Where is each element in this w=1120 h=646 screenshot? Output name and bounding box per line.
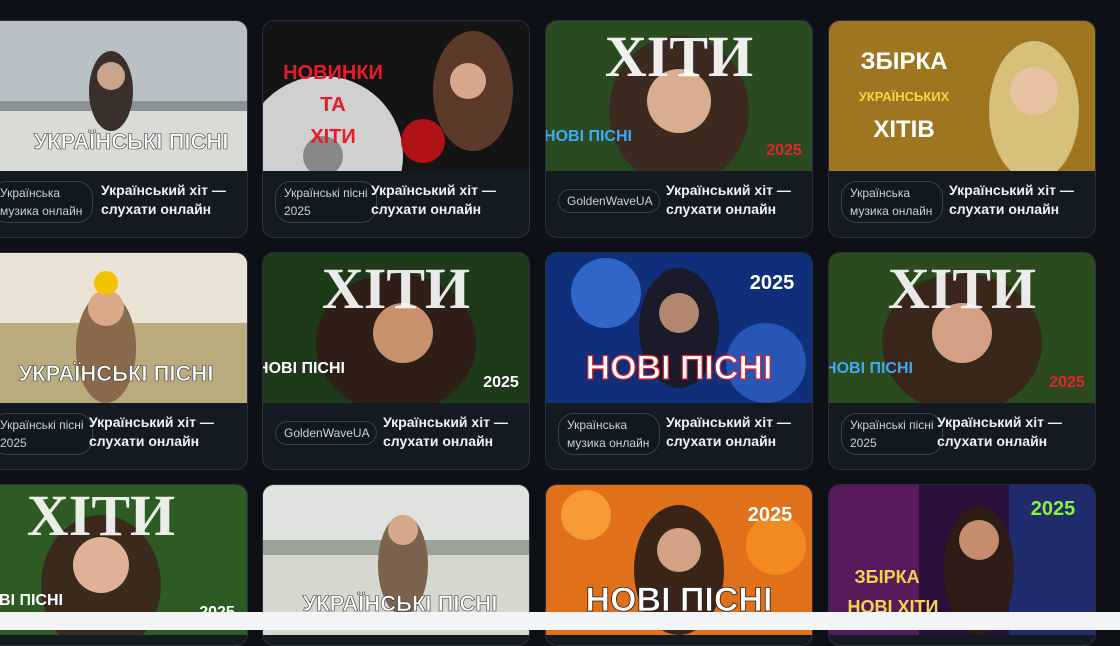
video-title[interactable]: Український хіт — слухати онлайн [937, 413, 1087, 451]
thumbnail-year: 2025 [1031, 498, 1076, 520]
thumbnail-caption: УКРАЇНСЬКІ ПІСНІ [34, 129, 229, 154]
channel-tag[interactable]: Українська музика онлайн [841, 181, 943, 223]
video-card[interactable]: НОВИНКИ ТА ХІТИ Українські пісні 2025 Ук… [262, 20, 530, 238]
page-bottom-edge [0, 612, 1120, 630]
thumbnail-subcaption: НОВІ ПІСНІ [829, 360, 913, 377]
video-card[interactable]: 2025 НОВІ ПІСНІ Українська музика онлайн… [545, 252, 813, 470]
video-thumbnail[interactable]: УКРАЇНСЬКІ ПІСНІ [0, 253, 247, 403]
thumbnail-year: 2025 [1049, 374, 1085, 391]
video-title[interactable]: Український хіт — слухати онлайн [89, 413, 239, 451]
thumbnail-caption-line: ЗБІРКА [861, 48, 948, 75]
thumbnail-caption: ХІТИ [27, 485, 175, 548]
video-thumbnail[interactable]: 2025 НОВІ ПІСНІ [546, 253, 812, 403]
video-card[interactable]: ХІТИ НОВІ ПІСНІ 2025 Українські пісні 20… [828, 252, 1096, 470]
channel-tag[interactable]: Українські пісні 2025 [841, 413, 943, 455]
thumbnail-subcaption: НОВІ ПІСНІ [0, 592, 63, 609]
channel-tag[interactable]: GoldenWaveUA [275, 421, 377, 445]
video-thumbnail[interactable]: ЗБІРКА УКРАЇНСЬКИХ ХІТІВ [829, 21, 1095, 171]
video-card[interactable]: ЗБІРКА УКРАЇНСЬКИХ ХІТІВ Українська музи… [828, 20, 1096, 238]
channel-tag[interactable]: GoldenWaveUA [558, 189, 660, 213]
thumbnail-caption: УКРАЇНСЬКІ ПІСНІ [19, 361, 214, 386]
thumbnail-caption: ХІТИ [605, 24, 753, 89]
thumbnail-caption: ХІТИ [322, 256, 470, 321]
video-thumbnail[interactable]: ХІТИ НОВІ ПІСНІ 2025 [829, 253, 1095, 403]
thumbnail-year: 2025 [766, 142, 802, 159]
video-title[interactable]: Український хіт — слухати онлайн [371, 181, 521, 219]
thumbnail-caption: ХІТИ [888, 256, 1036, 321]
video-title[interactable]: Український хіт — слухати онлайн [949, 181, 1095, 219]
video-title[interactable]: Український хіт — слухати онлайн [666, 181, 812, 219]
thumbnail-year: 2025 [750, 272, 795, 294]
thumbnail-caption: НОВІ ПІСНІ [586, 349, 773, 387]
video-card[interactable]: УКРАЇНСЬКІ ПІСНІ Українські пісні 2025 У… [0, 252, 248, 470]
thumbnail-caption-line: НОВИНКИ [283, 62, 383, 84]
thumbnail-caption-line: ТА [320, 94, 345, 116]
thumbnail-caption-line: УКРАЇНСЬКИХ [859, 89, 950, 104]
channel-tag[interactable]: Українські пісні 2025 [0, 413, 93, 455]
video-thumbnail[interactable]: ХІТИ НОВІ ПІСНІ 2025 [546, 21, 812, 171]
thumbnail-caption-line: ХІТИ [310, 126, 356, 148]
video-title[interactable]: Український хіт — слухати онлайн [101, 181, 247, 219]
video-thumbnail[interactable]: НОВИНКИ ТА ХІТИ [263, 21, 529, 171]
video-card[interactable]: УКРАЇНСЬКІ ПІСНІ Українська музика онлай… [0, 20, 248, 238]
video-card[interactable]: ХІТИ НОВІ ПІСНІ 2025 GoldenWaveUA Україн… [545, 20, 813, 238]
thumbnail-caption-line: ХІТІВ [873, 116, 934, 143]
channel-tag[interactable]: Українські пісні 2025 [275, 181, 377, 223]
video-thumbnail[interactable]: ХІТИ НОВІ ПІСНІ 2025 [263, 253, 529, 403]
video-card[interactable]: ХІТИ НОВІ ПІСНІ 2025 GoldenWaveUA Україн… [262, 252, 530, 470]
thumbnail-caption-line: ЗБІРКА [854, 567, 919, 587]
channel-tag[interactable]: Українська музика онлайн [0, 181, 93, 223]
thumbnail-year: 2025 [748, 504, 793, 526]
video-thumbnail[interactable]: УКРАЇНСЬКІ ПІСНІ [0, 21, 247, 171]
thumbnail-subcaption: НОВІ ПІСНІ [263, 360, 345, 377]
thumbnail-year: 2025 [483, 374, 519, 391]
thumbnail-subcaption: НОВІ ПІСНІ [546, 128, 632, 145]
video-title[interactable]: Український хіт — слухати онлайн [666, 413, 812, 451]
channel-tag[interactable]: Українська музика онлайн [558, 413, 660, 455]
video-title[interactable]: Український хіт — слухати онлайн [383, 413, 529, 451]
